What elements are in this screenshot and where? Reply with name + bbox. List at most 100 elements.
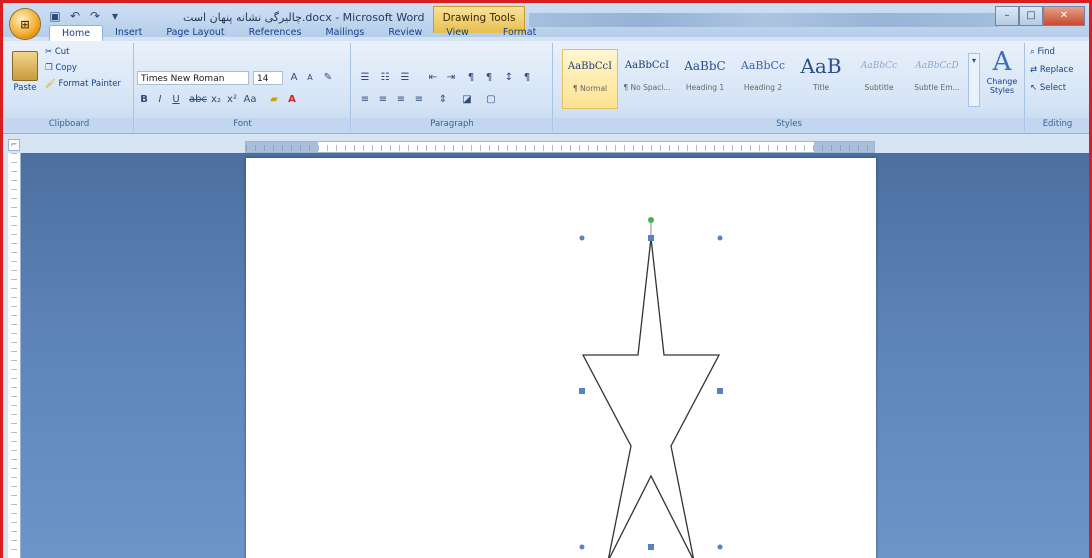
ruler-toggle-icon[interactable]: ⌐ — [8, 139, 20, 151]
word-window: ⊞ ▣ ↶ ↷ ▾ چالیرگی نشانه پنهان است.docx -… — [0, 0, 1092, 558]
horizontal-ruler[interactable] — [245, 141, 875, 153]
qat-customize-icon[interactable]: ▾ — [107, 8, 123, 24]
change-case-icon[interactable]: Aa — [243, 93, 257, 107]
tab-insert[interactable]: Insert — [103, 25, 154, 41]
bullets-icon[interactable]: ☰ — [358, 71, 372, 85]
find-button[interactable]: ⌕ Find — [1030, 47, 1055, 57]
replace-icon: ⇄ — [1030, 65, 1040, 75]
resize-handle-top-right[interactable] — [717, 235, 723, 241]
sort-icon[interactable]: ↕ — [502, 71, 516, 85]
copy-button[interactable]: ❐ Copy — [45, 63, 77, 73]
editing-group-label: Editing — [1026, 118, 1089, 131]
font-name-box[interactable]: Times New Roman — [137, 71, 249, 85]
document-page[interactable] — [246, 158, 876, 558]
vertical-ruler[interactable] — [8, 153, 21, 558]
increase-indent-icon[interactable]: ⇥ — [444, 71, 458, 85]
style-subtitle[interactable]: AaBbCc Subtitle — [852, 49, 906, 107]
font-group-label: Font — [135, 118, 350, 131]
maximize-button[interactable]: □ — [1019, 6, 1043, 26]
resize-handle-bottom-left[interactable] — [579, 544, 585, 550]
numbering-icon[interactable]: ☷ — [378, 71, 392, 85]
grow-font-icon[interactable]: A — [287, 71, 301, 85]
star-shape-canvas — [579, 217, 723, 558]
clipboard-group: Paste ✂ Cut ❐ Copy 🖌 Format Painter Clip… — [5, 43, 134, 131]
rotate-handle[interactable] — [648, 217, 654, 223]
line-spacing-icon[interactable]: ⇕ — [436, 93, 450, 107]
change-styles-button[interactable]: A Change Styles — [982, 47, 1022, 107]
paragraph-group-label: Paragraph — [352, 118, 552, 131]
strikethrough-icon[interactable]: abc — [189, 93, 207, 107]
paste-icon — [12, 51, 38, 81]
cut-icon: ✂ — [45, 47, 55, 57]
minimize-button[interactable]: – — [995, 6, 1019, 26]
window-controls: – □ ✕ — [995, 6, 1085, 26]
bold-icon[interactable]: B — [137, 93, 151, 107]
font-group: Times New Roman 14 A A ✎ B I U abc x₂ x²… — [135, 43, 351, 131]
align-left-icon[interactable]: ≡ — [358, 93, 372, 107]
rtl-icon[interactable]: ¶ — [482, 71, 496, 85]
align-center-icon[interactable]: ≡ — [376, 93, 390, 107]
undo-icon[interactable]: ↶ — [67, 8, 83, 24]
resize-handle-bottom-right[interactable] — [717, 544, 723, 550]
tab-review[interactable]: Review — [376, 25, 434, 41]
tab-view[interactable]: View — [434, 25, 481, 41]
redo-icon[interactable]: ↷ — [87, 8, 103, 24]
style-heading-2[interactable]: AaBbCc Heading 2 — [736, 49, 790, 107]
underline-icon[interactable]: U — [169, 93, 183, 107]
star-shape[interactable] — [581, 237, 721, 558]
copy-icon: ❐ — [45, 63, 56, 73]
highlight-icon[interactable]: ▰ — [267, 93, 281, 107]
quick-access-toolbar: ▣ ↶ ↷ ▾ — [47, 8, 123, 24]
editing-group: ⌕ Find ⇄ Replace ↖ Select Editing — [1026, 43, 1089, 131]
style-title[interactable]: AaB Title — [794, 49, 848, 107]
align-right-icon[interactable]: ≡ — [394, 93, 408, 107]
resize-handle-top[interactable] — [648, 235, 654, 241]
tab-mailings[interactable]: Mailings — [313, 25, 376, 41]
change-styles-icon: A — [992, 47, 1012, 77]
clipboard-group-label: Clipboard — [5, 118, 133, 131]
blurred-taskbar-region — [529, 13, 999, 27]
multilevel-list-icon[interactable]: ☰ — [398, 71, 412, 85]
replace-button[interactable]: ⇄ Replace — [1030, 65, 1073, 75]
superscript-icon[interactable]: x² — [225, 93, 239, 107]
format-painter-button[interactable]: 🖌 Format Painter — [45, 79, 121, 89]
select-icon: ↖ — [1030, 83, 1040, 93]
tab-references[interactable]: References — [237, 25, 314, 41]
resize-handle-top-left[interactable] — [579, 235, 585, 241]
styles-more-icon[interactable]: ▾ — [968, 53, 980, 107]
shrink-font-icon[interactable]: A — [303, 71, 317, 85]
show-marks-icon[interactable]: ¶ — [520, 71, 534, 85]
save-icon[interactable]: ▣ — [47, 8, 63, 24]
styles-group-label: Styles — [554, 118, 1024, 131]
justify-icon[interactable]: ≡ — [412, 93, 426, 107]
ribbon-tabs: Home Insert Page Layout References Maili… — [49, 25, 548, 43]
ltr-icon[interactable]: ¶ — [464, 71, 478, 85]
tab-page-layout[interactable]: Page Layout — [154, 25, 236, 41]
decrease-indent-icon[interactable]: ⇤ — [426, 71, 440, 85]
format-painter-icon: 🖌 — [45, 79, 59, 89]
resize-handle-right[interactable] — [717, 388, 723, 394]
clear-formatting-icon[interactable]: ✎ — [321, 71, 335, 85]
style-heading-1[interactable]: AaBbC Heading 1 — [678, 49, 732, 107]
italic-icon[interactable]: I — [153, 93, 167, 107]
paragraph-group: ☰ ☷ ☰ ⇤ ⇥ ¶ ¶ ↕ ¶ ≡ ≡ ≡ ≡ ⇕ ◪ ▢ Paragrap… — [352, 43, 553, 131]
resize-handle-left[interactable] — [579, 388, 585, 394]
style-no-spacing[interactable]: AaBbCcI ¶ No Spaci... — [620, 49, 674, 107]
resize-handle-bottom[interactable] — [648, 544, 654, 550]
font-size-box[interactable]: 14 — [253, 71, 283, 85]
style-subtle-emphasis[interactable]: AaBbCcD Subtle Em... — [910, 49, 964, 107]
subscript-icon[interactable]: x₂ — [209, 93, 223, 107]
font-color-icon[interactable]: A — [285, 93, 299, 107]
styles-group: AaBbCcI ¶ Normal AaBbCcI ¶ No Spaci... A… — [554, 43, 1025, 131]
shading-icon[interactable]: ◪ — [460, 93, 474, 107]
select-button[interactable]: ↖ Select — [1030, 83, 1066, 93]
tab-format[interactable]: Format — [491, 25, 548, 41]
window-title: چالیرگی نشانه پنهان است.docx - Microsoft… — [183, 11, 425, 24]
paste-button[interactable]: Paste — [9, 47, 41, 107]
close-button[interactable]: ✕ — [1043, 6, 1085, 26]
style-normal[interactable]: AaBbCcI ¶ Normal — [562, 49, 618, 109]
cut-button[interactable]: ✂ Cut — [45, 47, 69, 57]
borders-icon[interactable]: ▢ — [484, 93, 498, 107]
ribbon: Paste ✂ Cut ❐ Copy 🖌 Format Painter Clip… — [3, 41, 1089, 134]
office-button-icon[interactable]: ⊞ — [10, 9, 40, 39]
